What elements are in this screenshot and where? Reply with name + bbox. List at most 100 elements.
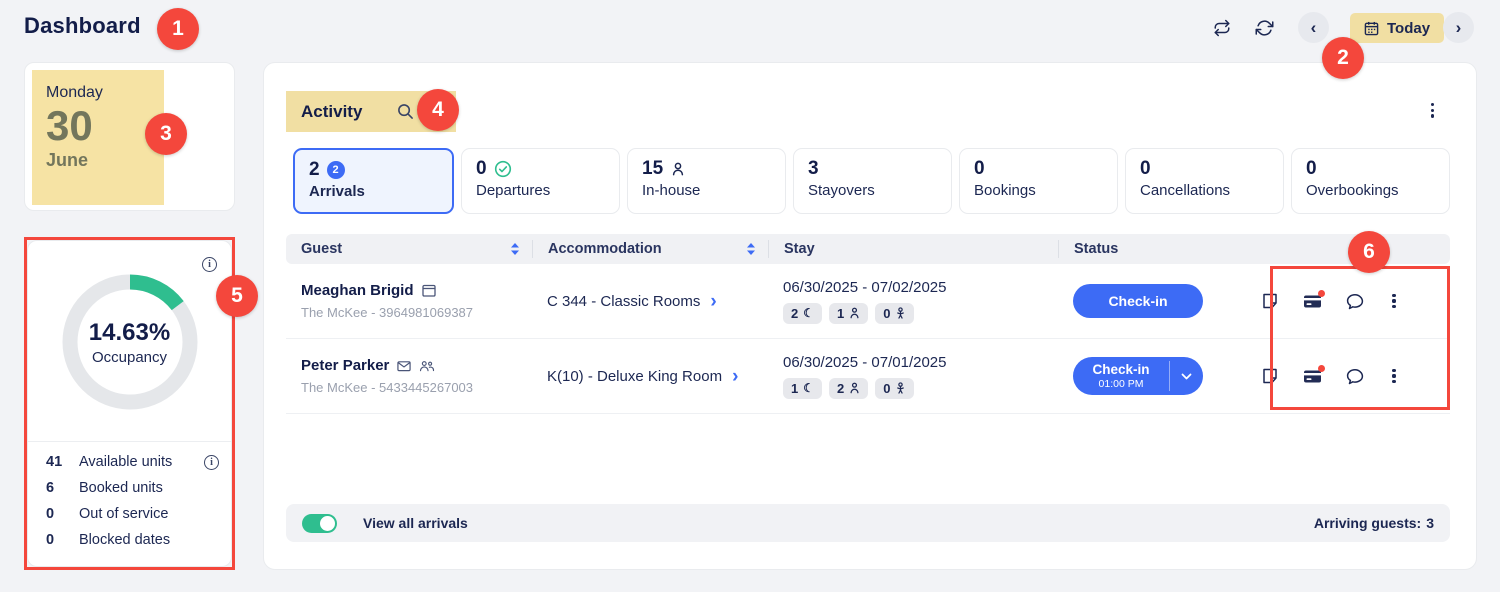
- tab-label: Overbookings: [1306, 182, 1435, 199]
- check-in-split-button[interactable]: Check-in 01:00 PM: [1073, 357, 1203, 395]
- child-icon: [895, 307, 906, 319]
- page-title: Dashboard: [24, 13, 141, 39]
- activity-tabs: 2 2 Arrivals 0 Departures 15: [293, 148, 1450, 214]
- dashboard-page: Dashboard ‹ Today › Monday 30 June i 14.…: [0, 0, 1500, 592]
- children-value: 0: [883, 306, 890, 321]
- date-card: Monday 30 June: [24, 62, 235, 211]
- col-status-label: Status: [1074, 241, 1118, 257]
- stat-available-units: 41 Available units i: [46, 452, 219, 472]
- today-button[interactable]: Today: [1350, 13, 1444, 43]
- col-accommodation-label: Accommodation: [548, 241, 662, 257]
- today-label: Today: [1387, 20, 1430, 37]
- tab-value: 3: [808, 158, 819, 180]
- row-menu-kebab-icon[interactable]: [1388, 365, 1399, 388]
- table-row: Peter Parker The McKee - 5433445267003 K…: [286, 339, 1450, 414]
- annotation-marker-4: 4: [417, 89, 459, 131]
- moon-icon: ☾: [803, 306, 814, 320]
- row-menu-kebab-icon[interactable]: [1388, 290, 1399, 313]
- chevron-down-icon[interactable]: [1170, 357, 1203, 395]
- sort-icon[interactable]: [746, 243, 756, 255]
- stay-dates: 06/30/2025 - 07/01/2025: [783, 354, 1046, 371]
- repeat-icon[interactable]: [1208, 14, 1236, 42]
- col-guest-label: Guest: [301, 241, 342, 257]
- chat-icon[interactable]: [1346, 368, 1364, 385]
- occupancy-percent: 14.63%: [89, 319, 170, 347]
- date-weekday: Monday: [46, 84, 164, 102]
- panel-menu-kebab-icon[interactable]: [1427, 99, 1438, 122]
- prev-day-button[interactable]: ‹: [1298, 12, 1329, 43]
- tab-bookings[interactable]: 0 Bookings: [959, 148, 1118, 214]
- chat-icon[interactable]: [1346, 293, 1364, 310]
- notification-dot: [1318, 365, 1325, 372]
- tab-label: Arrivals: [309, 183, 438, 200]
- occupancy-card: i 14.63% Occupancy 41 Available units i …: [27, 240, 232, 567]
- payment-card-icon[interactable]: [1303, 368, 1322, 384]
- annotation-marker-5: 5: [216, 275, 258, 317]
- next-day-button[interactable]: ›: [1443, 12, 1474, 43]
- view-all-arrivals-toggle[interactable]: [302, 514, 337, 533]
- child-icon: [895, 382, 906, 394]
- sort-icon[interactable]: [510, 243, 520, 255]
- table-footer-bar: View all arrivals Arriving guests:3: [286, 504, 1450, 542]
- note-icon[interactable]: [1261, 292, 1279, 310]
- occupancy-label: Occupancy: [92, 349, 167, 366]
- envelope-icon[interactable]: [397, 360, 411, 372]
- payment-card-icon[interactable]: [1303, 293, 1322, 309]
- stat-booked-units: 6 Booked units: [46, 478, 219, 498]
- annotation-marker-3: 3: [145, 113, 187, 155]
- tab-departures[interactable]: 0 Departures: [461, 148, 620, 214]
- check-in-time: 01:00 PM: [1099, 378, 1144, 390]
- moon-icon: ☾: [803, 381, 814, 395]
- chevron-right-icon[interactable]: ›: [732, 367, 738, 386]
- adult-icon: [849, 307, 860, 319]
- col-stay-label: Stay: [784, 241, 815, 257]
- nights-value: 2: [791, 306, 798, 321]
- group-icon[interactable]: [419, 360, 435, 372]
- tab-in-house[interactable]: 15 In-house: [627, 148, 786, 214]
- tab-overbookings[interactable]: 0 Overbookings: [1291, 148, 1450, 214]
- toggle-label: View all arrivals: [363, 515, 468, 531]
- refresh-icon[interactable]: [1250, 14, 1278, 42]
- person-icon: [670, 161, 686, 177]
- guest-property: The McKee - 5433445267003: [301, 380, 520, 395]
- nights-badge: 2☾: [783, 303, 822, 324]
- tab-arrivals[interactable]: 2 2 Arrivals: [293, 148, 454, 214]
- activity-panel: Activity 2 2 Arrivals 0 Depar: [263, 62, 1477, 570]
- guest-name: Peter Parker: [301, 357, 389, 374]
- check-in-button[interactable]: Check-in: [1073, 284, 1203, 318]
- note-icon[interactable]: [1261, 367, 1279, 385]
- stat-value: 6: [46, 480, 79, 496]
- check-in-label: Check-in: [1092, 362, 1149, 378]
- info-icon[interactable]: i: [204, 455, 219, 470]
- check-circle-icon: [494, 160, 512, 178]
- annotation-marker-2: 2: [1322, 37, 1364, 79]
- arriving-guests: Arriving guests:3: [1314, 515, 1434, 531]
- tab-label: Cancellations: [1140, 182, 1269, 199]
- calendar-icon: [1364, 21, 1379, 36]
- notification-dot: [1318, 290, 1325, 297]
- tab-label: Bookings: [974, 182, 1103, 199]
- adults-badge: 1: [829, 303, 868, 324]
- stat-out-of-service: 0 Out of service: [46, 504, 219, 524]
- booking-calendar-icon[interactable]: [422, 284, 436, 297]
- tab-stayovers[interactable]: 3 Stayovers: [793, 148, 952, 214]
- divider: [28, 441, 231, 442]
- tab-label: In-house: [642, 182, 771, 199]
- guest-name: Meaghan Brigid: [301, 282, 414, 299]
- arriving-guests-label: Arriving guests:: [1314, 515, 1421, 531]
- stay-dates: 06/30/2025 - 07/02/2025: [783, 279, 1046, 296]
- arrivals-table: Guest Accommodation Stay Status: [286, 234, 1450, 414]
- tab-label: Departures: [476, 182, 605, 199]
- tab-label: Stayovers: [808, 182, 937, 199]
- children-value: 0: [883, 381, 890, 396]
- tab-cancellations[interactable]: 0 Cancellations: [1125, 148, 1284, 214]
- children-badge: 0: [875, 378, 914, 399]
- nights-badge: 1☾: [783, 378, 822, 399]
- chevron-right-icon[interactable]: ›: [710, 292, 716, 311]
- adult-icon: [849, 382, 860, 394]
- tab-value: 0: [1140, 158, 1151, 180]
- stat-label: Out of service: [79, 506, 168, 522]
- adults-badge: 2: [829, 378, 868, 399]
- accommodation-name: K(10) - Deluxe King Room: [547, 368, 722, 385]
- table-row: Meaghan Brigid The McKee - 3964981069387…: [286, 264, 1450, 339]
